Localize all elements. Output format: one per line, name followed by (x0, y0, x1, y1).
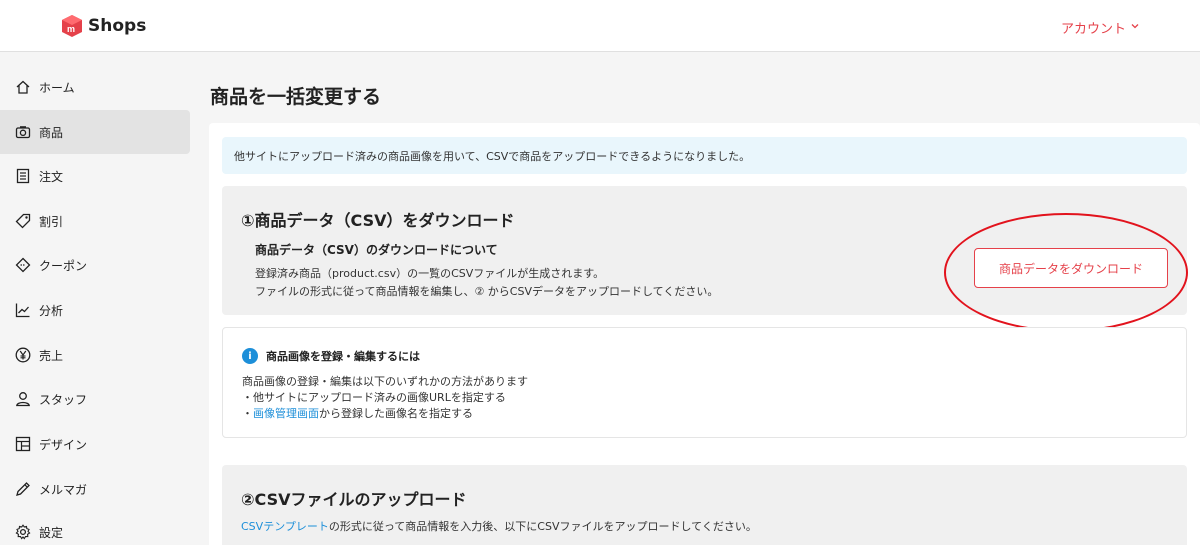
image-info-line3-text: から登録した画像名を指定する (319, 407, 473, 420)
bullet: ・ (242, 407, 253, 420)
sidebar-item-label: クーポン (39, 258, 88, 273)
sidebar-item-analytics[interactable]: 分析 (0, 288, 190, 332)
sidebar-item-settings[interactable]: 設定 (0, 510, 190, 545)
sidebar-item-label: 分析 (39, 303, 64, 318)
sidebar-item-label: ホーム (39, 80, 75, 95)
sidebar-item-label: 割引 (39, 214, 64, 229)
sidebar-item-label: 注文 (39, 169, 64, 184)
sidebar-item-label: 設定 (39, 525, 64, 540)
sidebar-item-label: デザイン (39, 437, 88, 452)
sidebar-item-label: 商品 (39, 125, 64, 140)
list-icon (15, 168, 31, 184)
top-header: m Shops アカウント (0, 0, 1200, 52)
sidebar-item-staff[interactable]: スタッフ (0, 377, 190, 421)
sidebar-item-design[interactable]: デザイン (0, 422, 190, 466)
download-section-title: ①商品データ（CSV）をダウンロード (241, 211, 515, 230)
tag-icon (15, 213, 31, 229)
yen-icon (15, 347, 31, 363)
chevron-down-icon (1130, 20, 1140, 35)
logo-text: Shops (88, 16, 147, 36)
svg-text:m: m (67, 24, 75, 34)
notice-banner: 他サイトにアップロード済みの商品画像を用いて、CSVで商品をアップロードできるよ… (222, 137, 1187, 174)
image-info-line3: ・画像管理画面から登録した画像名を指定する (242, 405, 473, 421)
sidebar-item-home[interactable]: ホーム (0, 65, 190, 109)
download-description-line2: ファイルの形式に従って商品情報を編集し、② からCSVデータをアップロードしてく… (255, 285, 719, 298)
shops-logo[interactable]: m Shops (60, 14, 146, 38)
image-info-line1: 商品画像の登録・編集は以下のいずれかの方法があります (242, 375, 528, 388)
grid-icon (15, 436, 31, 452)
sidebar-item-label: スタッフ (39, 392, 88, 407)
gear-icon (15, 524, 31, 540)
sidebar-nav: ホーム 商品 注文 割引 クーポン 分析 売上 スタッフ デザイン メルマガ 設… (0, 53, 190, 545)
image-info-title: 商品画像を登録・編集するには (266, 350, 420, 363)
image-info-heading: i 商品画像を登録・編集するには (242, 348, 420, 364)
upload-description-text: の形式に従って商品情報を入力後、以下にCSVファイルをアップロードしてください。 (328, 520, 757, 533)
download-section-subtitle: 商品データ（CSV）のダウンロードについて (255, 243, 498, 257)
page-title: 商品を一括変更する (210, 86, 382, 108)
image-info-line2: ・他サイトにアップロード済みの画像URLを指定する (242, 391, 506, 404)
sidebar-item-coupons[interactable]: クーポン (0, 243, 190, 287)
sidebar-item-orders[interactable]: 注文 (0, 154, 190, 198)
sidebar-item-label: メルマガ (39, 482, 88, 497)
download-description-line1: 登録済み商品（product.csv）の一覧のCSVファイルが生成されます。 (255, 267, 605, 280)
sidebar-item-label: 売上 (39, 348, 64, 363)
sidebar-item-newsletter[interactable]: メルマガ (0, 467, 190, 511)
camera-icon (15, 124, 31, 140)
coupon-icon (15, 257, 31, 273)
upload-description: CSVテンプレートの形式に従って商品情報を入力後、以下にCSVファイルをアップロ… (241, 518, 757, 534)
upload-section-title: ②CSVファイルのアップロード (241, 490, 467, 509)
info-icon: i (242, 348, 258, 364)
annotation-ellipse (944, 213, 1188, 332)
sidebar-item-sales[interactable]: 売上 (0, 333, 190, 377)
chart-icon (15, 302, 31, 318)
image-management-link[interactable]: 画像管理画面 (253, 407, 319, 420)
sidebar-item-discounts[interactable]: 割引 (0, 199, 190, 243)
sidebar-item-products[interactable]: 商品 (0, 110, 190, 154)
csv-template-link[interactable]: CSVテンプレート (241, 520, 329, 533)
account-menu[interactable]: アカウント (1061, 18, 1140, 37)
user-icon (15, 391, 31, 407)
home-icon (15, 79, 31, 95)
account-label: アカウント (1061, 22, 1127, 37)
pen-icon (15, 481, 31, 497)
mercari-logo-icon: m (60, 14, 84, 38)
